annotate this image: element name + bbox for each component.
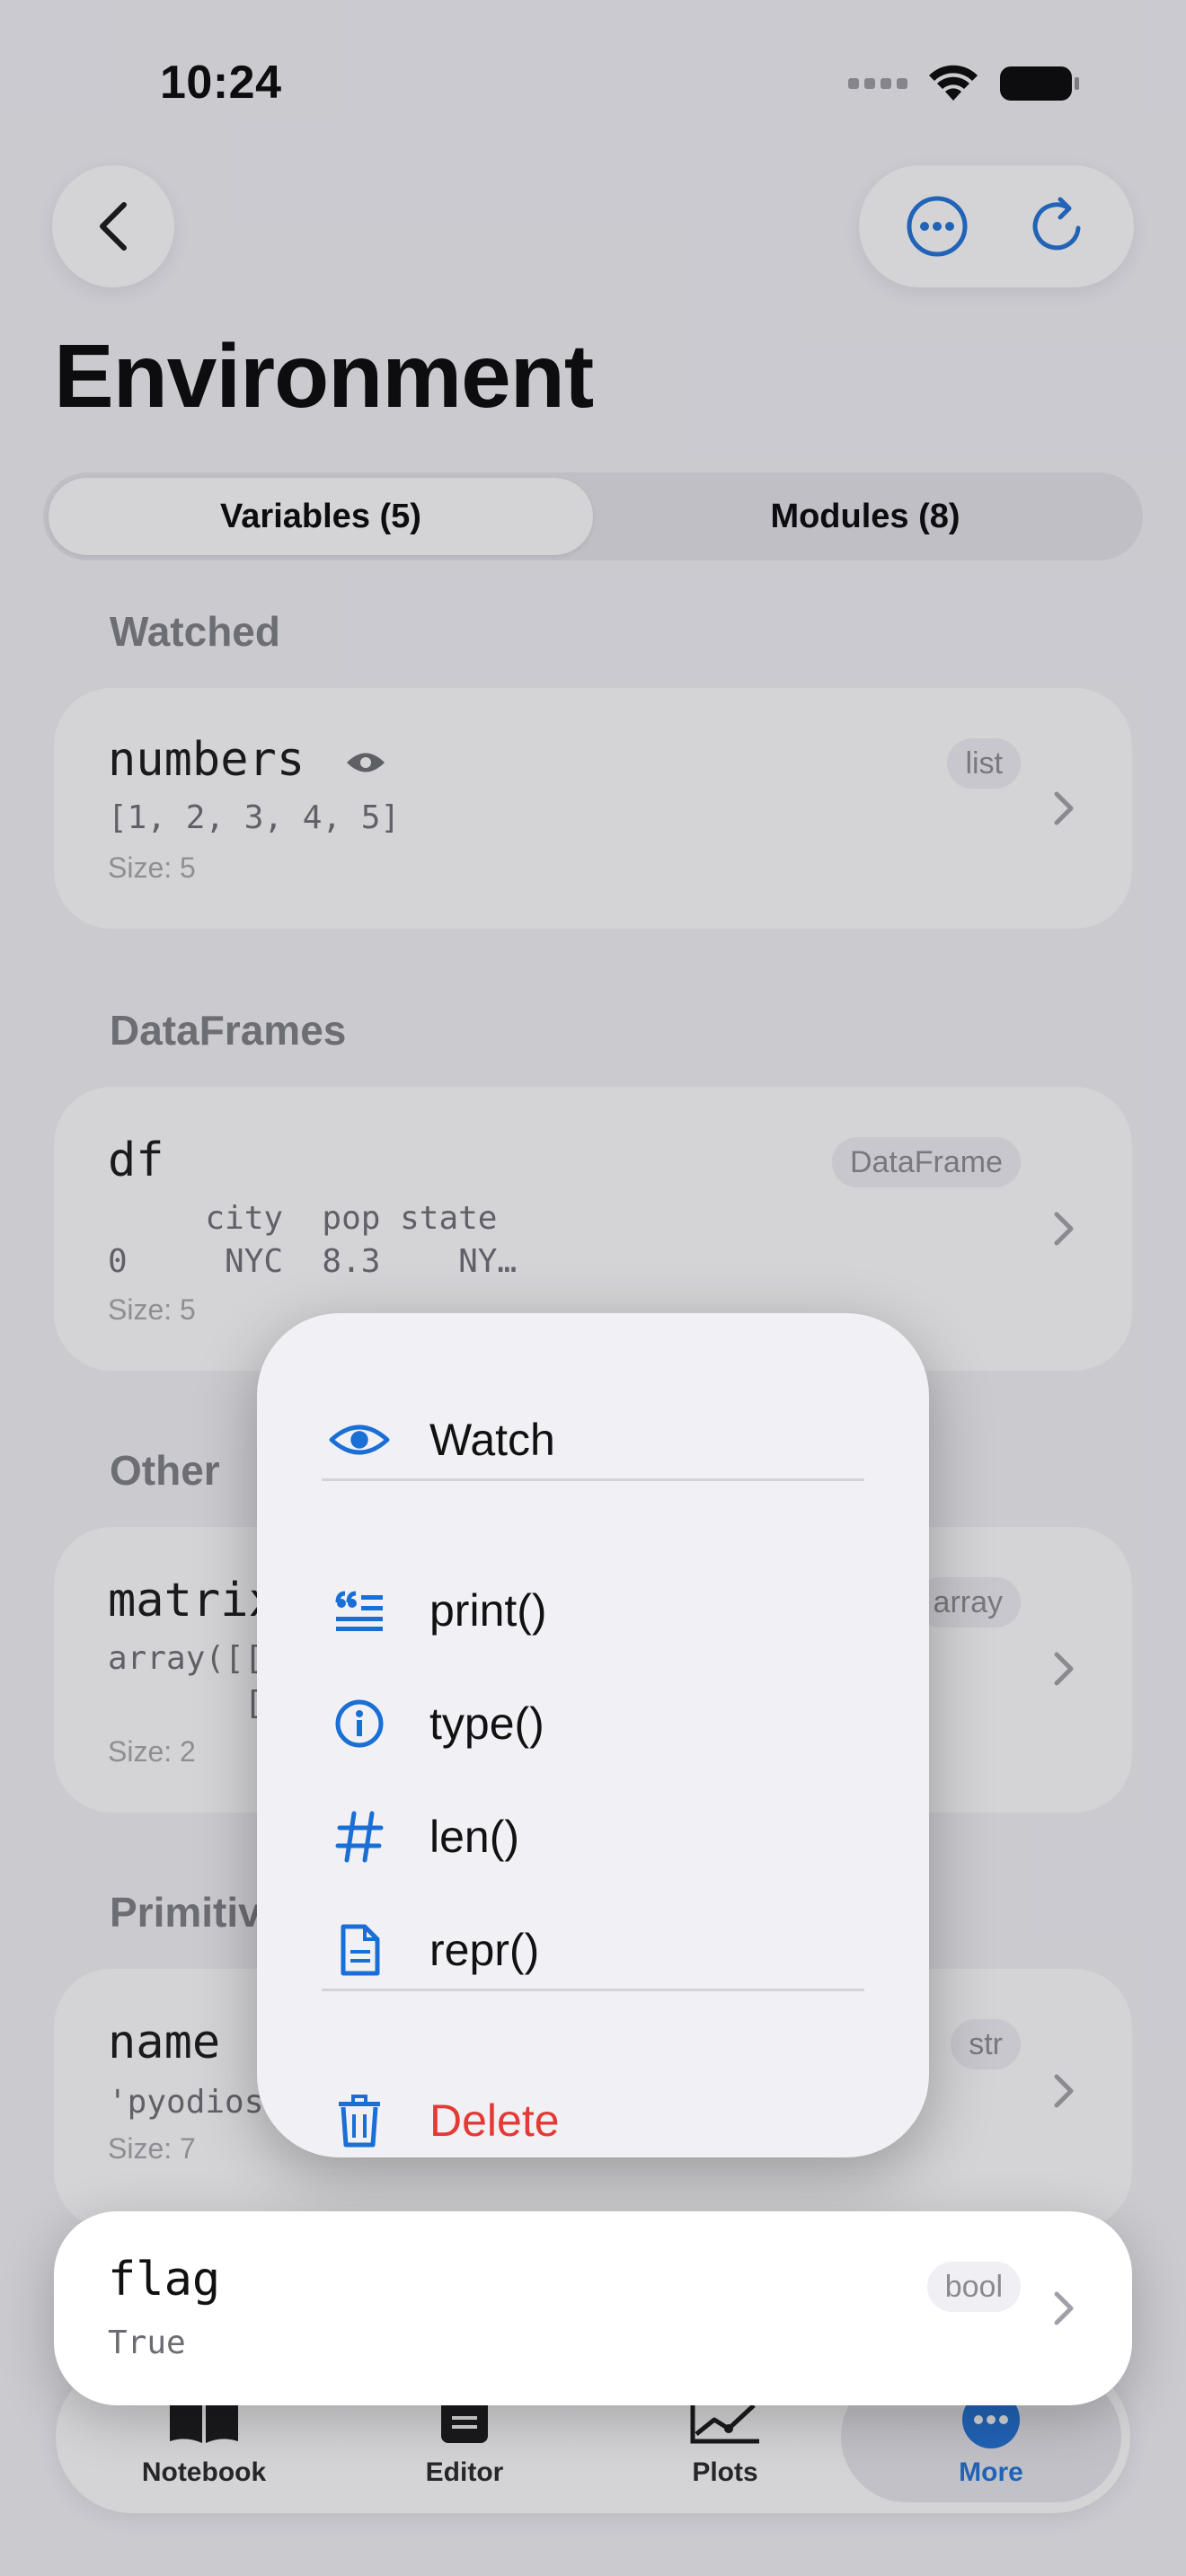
- menu-item-delete[interactable]: Delete: [257, 2071, 929, 2170]
- menu-item-label: print(): [429, 1585, 547, 1636]
- chevron-right-icon: [1054, 2291, 1074, 2325]
- variable-card-flag[interactable]: flag True bool: [54, 2211, 1132, 2405]
- info-icon: [329, 1693, 390, 1754]
- menu-item-repr[interactable]: repr(): [257, 1901, 929, 1999]
- eye-icon: [329, 1409, 390, 1470]
- hash-icon: [329, 1806, 390, 1867]
- type-badge: bool: [926, 2262, 1021, 2312]
- menu-item-watch[interactable]: Watch: [257, 1390, 929, 1489]
- quote-lines-icon: [329, 1580, 390, 1641]
- menu-item-label: Delete: [429, 2095, 560, 2146]
- menu-item-type[interactable]: type(): [257, 1674, 929, 1773]
- menu-item-len[interactable]: len(): [257, 1787, 929, 1886]
- context-menu: Watch print() type() len() repr() Delete: [257, 1313, 929, 2157]
- variable-name: flag: [108, 2253, 221, 2307]
- dim-overlay[interactable]: [0, 0, 1186, 2576]
- menu-item-label: Watch: [429, 1415, 555, 1465]
- menu-item-label: len(): [429, 1812, 520, 1862]
- menu-divider: [322, 1478, 864, 1481]
- variable-value: True: [108, 2325, 186, 2361]
- trash-icon: [329, 2090, 390, 2151]
- menu-item-print[interactable]: print(): [257, 1561, 929, 1660]
- menu-item-label: repr(): [429, 1925, 540, 1975]
- menu-item-label: type(): [429, 1698, 544, 1749]
- document-icon: [329, 1919, 390, 1981]
- menu-divider: [322, 1989, 864, 1991]
